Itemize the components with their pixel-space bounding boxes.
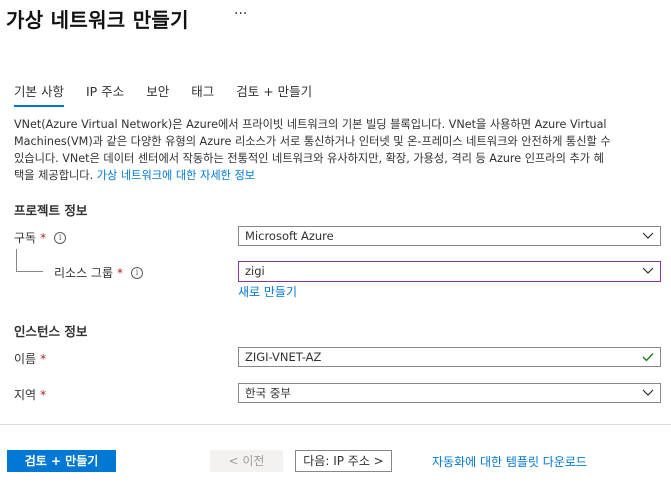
- checkmark-icon: [642, 353, 654, 362]
- subscription-label: 구독 * i: [14, 229, 67, 246]
- project-details-heading: 프로젝트 정보: [14, 203, 88, 218]
- resource-group-label-text: 리소스 그룹: [54, 266, 114, 280]
- name-value: ZIGI-VNET-AZ: [245, 350, 322, 364]
- required-mark: *: [40, 351, 47, 366]
- resource-group-label: 리소스 그룹 * i: [54, 264, 144, 281]
- instance-details-heading: 인스턴스 정보: [14, 324, 88, 339]
- description-line: 택을 제공합니다. 가상 네트워크에 대한 자세한 정보: [14, 167, 664, 184]
- chevron-down-icon: [642, 389, 654, 396]
- tab-review-create[interactable]: 검토 + 만들기: [236, 81, 312, 107]
- resource-group-value: zigi: [245, 264, 265, 278]
- chevron-down-icon: [642, 232, 654, 239]
- required-mark: *: [40, 387, 47, 402]
- subscription-select[interactable]: Microsoft Azure: [238, 226, 661, 246]
- resource-group-select[interactable]: zigi: [238, 261, 661, 282]
- learn-more-link[interactable]: 가상 네트워크에 대한 자세한 정보: [97, 169, 255, 182]
- region-label-text: 지역: [14, 388, 37, 402]
- tab-tags[interactable]: 태그: [191, 81, 214, 107]
- subscription-value: Microsoft Azure: [245, 229, 334, 243]
- info-icon[interactable]: i: [54, 231, 67, 244]
- subscription-label-text: 구독: [14, 231, 37, 245]
- region-value: 한국 중부: [245, 386, 291, 400]
- more-options-button[interactable]: ···: [234, 6, 247, 22]
- name-label: 이름 *: [14, 350, 46, 367]
- create-new-link[interactable]: 새로 만들기: [238, 283, 297, 300]
- required-mark: *: [40, 230, 47, 245]
- required-mark: *: [117, 265, 124, 280]
- tab-basics[interactable]: 기본 사항: [14, 81, 64, 107]
- info-icon[interactable]: i: [131, 266, 144, 279]
- region-label: 지역 *: [14, 386, 46, 403]
- tab-security[interactable]: 보안: [146, 81, 169, 107]
- name-input[interactable]: ZIGI-VNET-AZ: [238, 347, 661, 367]
- tab-ip-addresses[interactable]: IP 주소: [86, 81, 124, 107]
- description-text: 택을 제공합니다.: [14, 169, 94, 182]
- previous-button[interactable]: < 이전: [210, 450, 283, 472]
- review-create-button[interactable]: 검토 + 만들기: [7, 450, 116, 472]
- name-label-text: 이름: [14, 352, 37, 366]
- tab-bar: 기본 사항 IP 주소 보안 태그 검토 + 만들기: [14, 81, 334, 107]
- tree-connector: [16, 249, 43, 272]
- region-select[interactable]: 한국 중부: [238, 383, 661, 403]
- chevron-down-icon: [642, 267, 654, 274]
- description-line: VNet(Azure Virtual Network)은 Azure에서 프라이…: [14, 118, 607, 131]
- description-line: Machines(VM)과 같은 다양한 유형의 Azure 리소스가 서로 통…: [14, 135, 611, 148]
- download-template-link[interactable]: 자동화에 대한 템플릿 다운로드: [432, 453, 587, 470]
- next-button[interactable]: 다음: IP 주소 >: [295, 450, 392, 472]
- description: VNet(Azure Virtual Network)은 Azure에서 프라이…: [14, 116, 664, 184]
- page-title: 가상 네트워크 만들기: [6, 8, 189, 32]
- description-line: 있습니다. VNet은 데이터 센터에서 작동하는 전통적인 네트워크와 유사하…: [14, 152, 604, 165]
- footer-divider: [0, 424, 671, 425]
